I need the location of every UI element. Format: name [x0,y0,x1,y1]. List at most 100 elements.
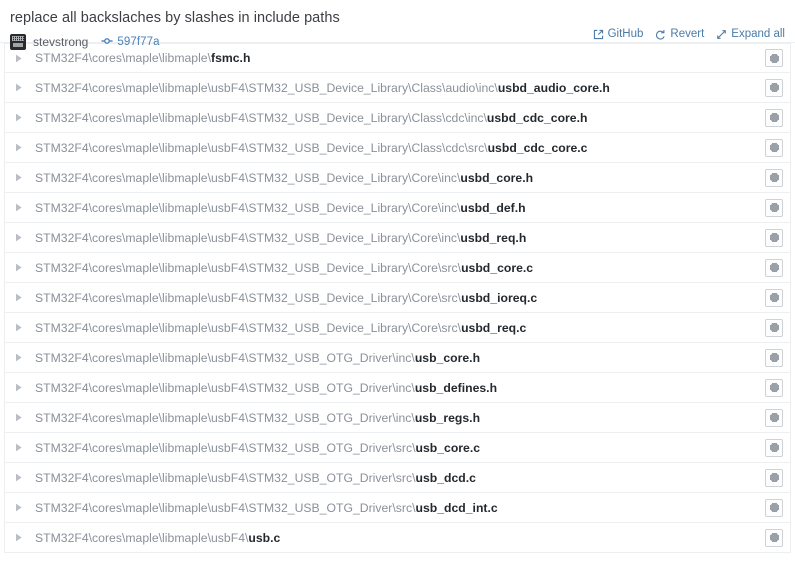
file-row[interactable]: STM32F4\cores\maple\libmaple\usbF4\STM32… [5,343,790,373]
triangle-right-icon[interactable] [12,383,26,392]
file-path[interactable]: STM32F4\cores\maple\libmaple\usbF4\STM32… [35,171,757,185]
file-path[interactable]: STM32F4\cores\maple\libmaple\usbF4\STM32… [35,141,757,155]
file-path[interactable]: STM32F4\cores\maple\libmaple\usbF4\STM32… [35,201,757,215]
file-path[interactable]: STM32F4\cores\maple\libmaple\fsmc.h [35,51,757,65]
file-row[interactable]: STM32F4\cores\maple\libmaple\usbF4\STM32… [5,223,790,253]
triangle-right-icon[interactable] [12,54,26,63]
changed-files-list: STM32F4\cores\maple\libmaple\fsmc.h STM32… [4,43,791,553]
file-options-button[interactable] [765,78,783,97]
gear-icon [770,324,778,331]
file-options-button[interactable] [765,108,783,127]
file-path[interactable]: STM32F4\cores\maple\libmaple\usbF4\STM32… [35,111,757,125]
file-row[interactable]: STM32F4\cores\maple\libmaple\usbF4\STM32… [5,73,790,103]
gear-icon [770,534,778,541]
triangle-right-icon[interactable] [12,503,26,512]
file-path[interactable]: STM32F4\cores\maple\libmaple\usbF4\usb.c [35,531,757,545]
file-path[interactable]: STM32F4\cores\maple\libmaple\usbF4\STM32… [35,441,757,455]
file-row[interactable]: STM32F4\cores\maple\libmaple\usbF4\STM32… [5,373,790,403]
expand-all-link[interactable]: Expand all [716,28,785,40]
file-directory: STM32F4\cores\maple\libmaple\usbF4\STM32… [35,500,416,515]
triangle-right-icon[interactable] [12,413,26,422]
triangle-right-icon[interactable] [12,293,26,302]
file-name: fsmc.h [211,51,251,65]
file-options-button[interactable] [765,348,783,367]
file-path[interactable]: STM32F4\cores\maple\libmaple\usbF4\STM32… [35,231,757,245]
file-options-button[interactable] [765,408,783,427]
github-link[interactable]: GitHub [593,28,643,40]
gear-icon [770,354,778,361]
file-row[interactable]: STM32F4\cores\maple\libmaple\usbF4\STM32… [5,463,790,493]
file-path[interactable]: STM32F4\cores\maple\libmaple\usbF4\STM32… [35,261,757,275]
file-row[interactable]: STM32F4\cores\maple\libmaple\usbF4\usb.c [5,523,790,553]
file-options-button[interactable] [765,258,783,277]
file-row[interactable]: STM32F4\cores\maple\libmaple\usbF4\STM32… [5,433,790,463]
revert-link[interactable]: Revert [655,28,704,40]
file-directory: STM32F4\cores\maple\libmaple\usbF4\STM32… [35,230,461,245]
file-name: usbd_core.h [460,170,534,185]
triangle-right-icon[interactable] [12,143,26,152]
file-directory: STM32F4\cores\maple\libmaple\usbF4\STM32… [35,380,415,395]
file-options-button[interactable] [765,49,783,67]
file-path[interactable]: STM32F4\cores\maple\libmaple\usbF4\STM32… [35,351,757,365]
triangle-right-icon[interactable] [12,473,26,482]
file-path[interactable]: STM32F4\cores\maple\libmaple\usbF4\STM32… [35,471,757,485]
file-directory: STM32F4\cores\maple\libmaple\usbF4\STM32… [35,290,462,305]
file-options-button[interactable] [765,228,783,247]
file-path[interactable]: STM32F4\cores\maple\libmaple\usbF4\STM32… [35,291,757,305]
file-name: usb_dcd.c [415,470,476,485]
file-row[interactable]: STM32F4\cores\maple\libmaple\usbF4\STM32… [5,103,790,133]
triangle-right-icon[interactable] [12,263,26,272]
gear-icon [770,474,778,481]
file-name: usb_defines.h [414,380,498,395]
gear-icon [770,414,778,421]
file-directory: STM32F4\cores\maple\libmaple\usbF4\STM32… [35,80,498,95]
commit-hash-link[interactable]: 597f77a [101,35,160,50]
file-options-button[interactable] [765,288,783,307]
triangle-right-icon[interactable] [12,173,26,182]
gear-icon [770,84,778,91]
file-path[interactable]: STM32F4\cores\maple\libmaple\usbF4\STM32… [35,381,757,395]
gear-icon [770,114,778,121]
file-row[interactable]: STM32F4\cores\maple\libmaple\usbF4\STM32… [5,163,790,193]
file-path[interactable]: STM32F4\cores\maple\libmaple\usbF4\STM32… [35,411,757,425]
file-name: usb_dcd_int.c [415,500,498,515]
triangle-right-icon[interactable] [12,533,26,542]
file-options-button[interactable] [765,318,783,337]
triangle-right-icon[interactable] [12,83,26,92]
file-options-button[interactable] [765,498,783,517]
triangle-right-icon[interactable] [12,353,26,362]
file-path[interactable]: STM32F4\cores\maple\libmaple\usbF4\STM32… [35,321,757,335]
file-options-button[interactable] [765,438,783,457]
file-name: usbd_req.c [461,320,527,335]
file-path[interactable]: STM32F4\cores\maple\libmaple\usbF4\STM32… [35,81,757,95]
triangle-right-icon[interactable] [12,323,26,332]
file-row[interactable]: STM32F4\cores\maple\libmaple\usbF4\STM32… [5,253,790,283]
file-name: usbd_audio_core.h [497,80,610,95]
file-name: usb.c [248,530,281,545]
file-options-button[interactable] [765,198,783,217]
file-row[interactable]: STM32F4\cores\maple\libmaple\usbF4\STM32… [5,283,790,313]
triangle-right-icon[interactable] [12,233,26,242]
file-options-button[interactable] [765,528,783,547]
file-options-button[interactable] [765,138,783,157]
file-path[interactable]: STM32F4\cores\maple\libmaple\usbF4\STM32… [35,501,757,515]
gear-icon [770,444,778,451]
file-name: usbd_req.h [460,230,527,245]
file-row[interactable]: STM32F4\cores\maple\libmaple\usbF4\STM32… [5,193,790,223]
triangle-right-icon[interactable] [12,203,26,212]
file-options-button[interactable] [765,378,783,397]
revert-arrow-icon [655,29,666,40]
file-directory: STM32F4\cores\maple\libmaple\usbF4\STM32… [35,350,415,365]
revert-link-label: Revert [670,28,705,40]
file-row[interactable]: STM32F4\cores\maple\libmaple\usbF4\STM32… [5,493,790,523]
file-options-button[interactable] [765,468,783,487]
triangle-right-icon[interactable] [12,443,26,452]
expand-arrows-icon [716,29,727,40]
gear-icon [770,234,778,241]
file-options-button[interactable] [765,168,783,187]
file-row[interactable]: STM32F4\cores\maple\libmaple\usbF4\STM32… [5,403,790,433]
file-row[interactable]: STM32F4\cores\maple\libmaple\usbF4\STM32… [5,313,790,343]
triangle-right-icon[interactable] [12,113,26,122]
git-commit-icon [101,35,113,50]
file-row[interactable]: STM32F4\cores\maple\libmaple\usbF4\STM32… [5,133,790,163]
